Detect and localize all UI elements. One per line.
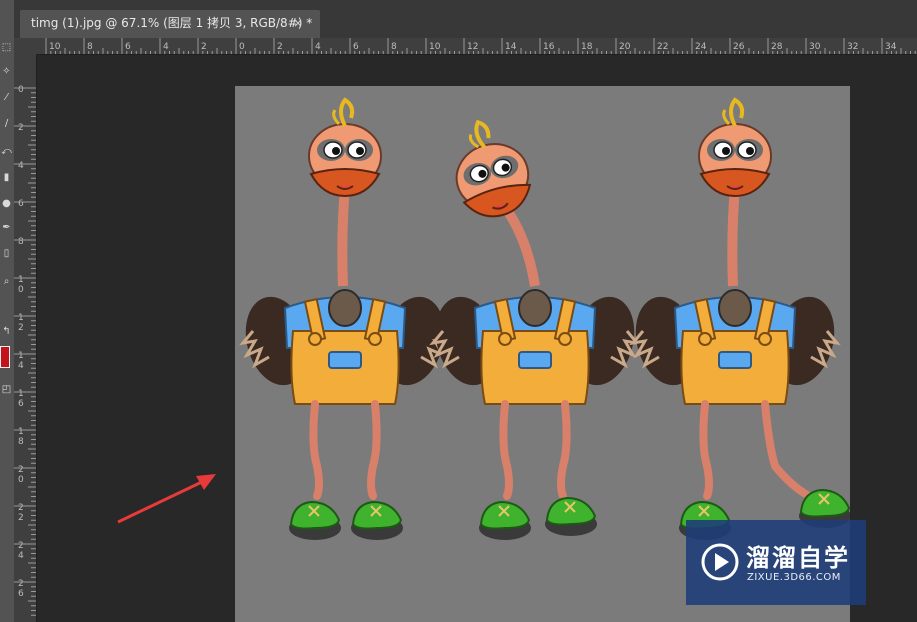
ruler-v-label: 6: [18, 199, 24, 209]
eyedropper-icon[interactable]: ⁄: [1, 92, 12, 104]
swap-colors-icon[interactable]: ↰: [1, 326, 12, 338]
ruler-h-label: 16: [543, 42, 555, 52]
ruler-h-label: 22: [657, 42, 668, 52]
gradient-icon[interactable]: ●: [1, 198, 12, 210]
ruler-h-label: 6: [353, 42, 359, 52]
foreground-color-swatch[interactable]: [0, 346, 10, 368]
ruler-v-label: 6: [18, 399, 24, 409]
ruler-v-label: 1: [18, 389, 24, 399]
ruler-v-label: 1: [18, 351, 24, 361]
ruler-v-label: 8: [18, 437, 24, 447]
marquee-icon[interactable]: ⬚: [1, 42, 12, 54]
ruler-v-label: 2: [18, 465, 24, 475]
ruler-h-label: 6: [125, 42, 131, 52]
ruler-h-label: 0: [239, 42, 245, 52]
ostrich-figure-2: [424, 110, 646, 541]
ruler-v-label: 4: [18, 361, 24, 371]
ostrich-figure-1: [235, 98, 456, 541]
magic-wand-icon[interactable]: ✧: [1, 66, 12, 78]
pen-icon[interactable]: ✒: [1, 222, 12, 234]
close-icon[interactable]: ×: [293, 10, 303, 36]
history-brush-icon[interactable]: ⤺: [1, 146, 12, 158]
ruler-v-label: 2: [18, 579, 24, 589]
ruler-v-label: 2: [18, 323, 24, 333]
ruler-v-label: 8: [18, 237, 24, 247]
annotation-arrow: [117, 474, 216, 524]
ruler-v-label: 2: [18, 503, 24, 513]
quick-mask-icon[interactable]: ◰: [1, 384, 12, 396]
ruler-h-label: 2: [201, 42, 207, 52]
watermark-title: 溜溜自学: [746, 544, 850, 572]
ostrich-figure-3: [624, 98, 850, 541]
ruler-v-label: 2: [18, 123, 24, 133]
ruler-h-label: 14: [505, 42, 517, 52]
ruler-v-label: 0: [18, 475, 24, 485]
ruler-v-label: 1: [18, 275, 24, 285]
ruler-h-label: 4: [315, 42, 321, 52]
ruler-h-label: 10: [429, 42, 441, 52]
tools-panel: ⬚ ✧ ⁄ / ⤺ ▮ ● ✒ ▯ ⌕ ↰ ◰: [0, 0, 15, 622]
ruler-h-label: 26: [733, 42, 745, 52]
ruler-v-label: 2: [18, 541, 24, 551]
ruler-corner[interactable]: [14, 38, 37, 55]
watermark-url: ZIXUE.3D66.COM: [747, 572, 841, 583]
ruler-h-label: 10: [49, 42, 61, 52]
vertical-ruler-ticks: 02468101214161820222426: [14, 85, 36, 616]
ruler-h-label: 20: [619, 42, 631, 52]
document-tab-bar: timg (1).jpg @ 67.1% (图层 1 拷贝 3, RGB/8#)…: [14, 0, 917, 38]
ruler-h-label: 2: [277, 42, 283, 52]
zoom-icon[interactable]: ⌕: [1, 276, 12, 288]
vertical-ruler[interactable]: 02468101214161820222426: [14, 54, 37, 622]
watermark-badge: 溜溜自学 ZIXUE.3D66.COM: [686, 520, 866, 605]
ruler-v-label: 4: [18, 161, 24, 171]
horizontal-ruler-ticks: 10 8 6 4 2 0 2 4 6 8 10 12 14 16 18 20 22 24 26 28 30 32 34: [45, 38, 916, 54]
ruler-h-label: 8: [391, 42, 397, 52]
ruler-h-label: 12: [467, 42, 478, 52]
ruler-h-label: 24: [695, 42, 707, 52]
ruler-v-label: 0: [18, 285, 24, 295]
ruler-h-label: 34: [885, 42, 897, 52]
ruler-v-label: 6: [18, 589, 24, 599]
horizontal-ruler[interactable]: 10 8 6 4 2 0 2 4 6 8 10 12 14 16 18 20 22 24 26 28 30 32 34: [36, 38, 917, 55]
ruler-h-label: 18: [581, 42, 593, 52]
eraser-icon[interactable]: ▮: [1, 172, 12, 184]
play-logo-icon: [701, 543, 739, 581]
ruler-v-label: 1: [18, 313, 24, 323]
brush-icon[interactable]: /: [1, 118, 12, 130]
document-tab[interactable]: timg (1).jpg @ 67.1% (图层 1 拷贝 3, RGB/8#)…: [20, 10, 320, 38]
ruler-h-label: 28: [771, 42, 783, 52]
ruler-v-label: 2: [18, 513, 24, 523]
ruler-v-label: 0: [18, 85, 24, 95]
ruler-h-label: 30: [809, 42, 821, 52]
shape-icon[interactable]: ▯: [1, 248, 12, 260]
ruler-v-label: 1: [18, 427, 24, 437]
ruler-h-label: 4: [163, 42, 169, 52]
ruler-h-label: 32: [847, 42, 858, 52]
ruler-v-label: 4: [18, 551, 24, 561]
ruler-h-label: 8: [87, 42, 93, 52]
document-tab-title: timg (1).jpg @ 67.1% (图层 1 拷贝 3, RGB/8#)…: [31, 16, 313, 30]
